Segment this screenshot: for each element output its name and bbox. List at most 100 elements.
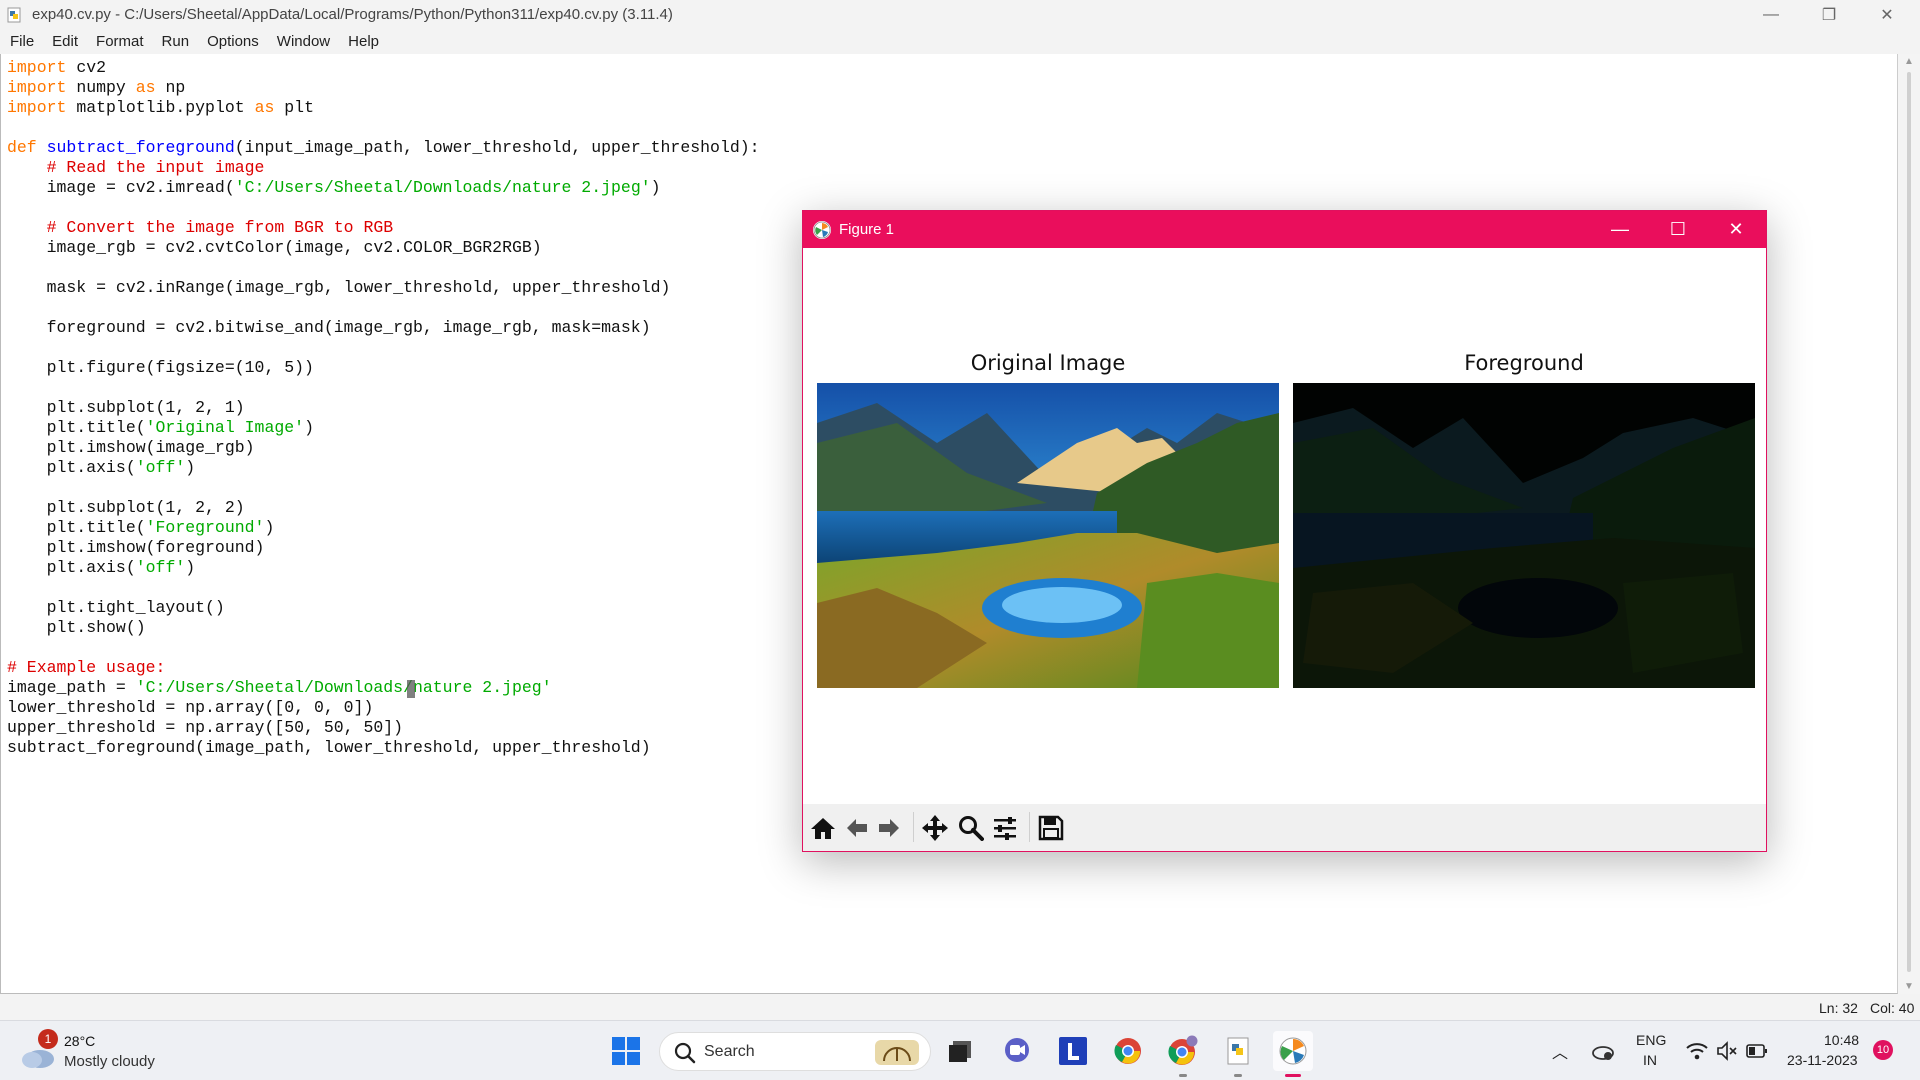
weather-badge: 1 bbox=[38, 1029, 58, 1049]
code-line[interactable]: plt.axis('off') bbox=[7, 458, 760, 478]
menu-format[interactable]: Format bbox=[96, 33, 144, 50]
code-token: lower_threshold = np.array([0, 0, 0]) bbox=[7, 698, 374, 717]
chrome-icon[interactable] bbox=[1108, 1031, 1148, 1071]
language-line1[interactable]: ENG bbox=[1636, 1032, 1666, 1048]
code-line[interactable]: # Read the input image bbox=[7, 158, 760, 178]
code-line[interactable]: plt.show() bbox=[7, 618, 760, 638]
code-token: import bbox=[7, 98, 67, 117]
code-line[interactable] bbox=[7, 118, 760, 138]
forward-arrow-icon[interactable] bbox=[873, 812, 905, 844]
code-line[interactable]: plt.tight_layout() bbox=[7, 598, 760, 618]
code-line[interactable] bbox=[7, 338, 760, 358]
code-line[interactable]: image = cv2.imread('C:/Users/Sheetal/Dow… bbox=[7, 178, 760, 198]
code-token: def bbox=[7, 138, 37, 157]
menu-options[interactable]: Options bbox=[207, 33, 259, 50]
scroll-down-icon[interactable]: ▼ bbox=[1898, 981, 1920, 992]
close-button[interactable]: ✕ bbox=[1864, 0, 1910, 29]
meet-icon[interactable] bbox=[997, 1031, 1037, 1071]
restore-button[interactable]: ❐ bbox=[1806, 0, 1852, 29]
code-token: matplotlib.pyplot bbox=[66, 98, 255, 117]
code-line[interactable] bbox=[7, 378, 760, 398]
code-line[interactable]: plt.imshow(foreground) bbox=[7, 538, 760, 558]
code-line[interactable] bbox=[7, 638, 760, 658]
figure-maximize-button[interactable]: ☐ bbox=[1649, 211, 1707, 248]
chevron-up-icon[interactable]: ︿ bbox=[1552, 1039, 1568, 1063]
language-line2[interactable]: IN bbox=[1643, 1052, 1657, 1068]
code-line[interactable] bbox=[7, 198, 760, 218]
code-line[interactable]: upper_threshold = np.array([50, 50, 50]) bbox=[7, 718, 760, 738]
code-line[interactable]: image_path = 'C:/Users/Sheetal/Downloads… bbox=[7, 678, 760, 698]
foreground-image bbox=[1293, 383, 1755, 688]
code-line[interactable] bbox=[7, 578, 760, 598]
code-token: ) bbox=[185, 458, 196, 477]
search-label: Search bbox=[704, 1043, 755, 1060]
l-app-icon[interactable] bbox=[1053, 1031, 1093, 1071]
code-line[interactable]: subtract_foreground(image_path, lower_th… bbox=[7, 738, 760, 758]
code-line[interactable]: lower_threshold = np.array([0, 0, 0]) bbox=[7, 698, 760, 718]
code-line[interactable]: plt.subplot(1, 2, 2) bbox=[7, 498, 760, 518]
desktop: exp40.cv.py - C:/Users/Sheetal/AppData/L… bbox=[0, 0, 1920, 1080]
code-line[interactable]: # Example usage: bbox=[7, 658, 760, 678]
code-token: plt.axis( bbox=[7, 458, 136, 477]
windows-start-icon[interactable] bbox=[606, 1031, 646, 1071]
code-line[interactable] bbox=[7, 298, 760, 318]
python-file-icon bbox=[6, 7, 22, 23]
save-icon[interactable] bbox=[1035, 812, 1067, 844]
code-line[interactable]: def subtract_foreground(input_image_path… bbox=[7, 138, 760, 158]
menu-file[interactable]: File bbox=[10, 33, 34, 50]
scroll-thumb[interactable] bbox=[1907, 72, 1911, 972]
back-arrow-icon[interactable] bbox=[841, 812, 873, 844]
notification-badge[interactable]: 10 bbox=[1873, 1040, 1893, 1060]
code-line[interactable]: plt.figure(figsize=(10, 5)) bbox=[7, 358, 760, 378]
volume-muted-icon[interactable] bbox=[1716, 1041, 1738, 1061]
clock-date[interactable]: 23-11-2023 bbox=[1787, 1052, 1858, 1068]
code-line[interactable] bbox=[7, 478, 760, 498]
code-line[interactable]: plt.title('Foreground') bbox=[7, 518, 760, 538]
menu-window[interactable]: Window bbox=[277, 33, 330, 50]
menu-edit[interactable]: Edit bbox=[52, 33, 78, 50]
code-token: plt.subplot(1, 2, 2) bbox=[7, 498, 245, 517]
code-line[interactable]: plt.subplot(1, 2, 1) bbox=[7, 398, 760, 418]
code-line[interactable]: mask = cv2.inRange(image_rgb, lower_thre… bbox=[7, 278, 760, 298]
minimize-button[interactable]: — bbox=[1748, 0, 1794, 29]
code-line[interactable]: import cv2 bbox=[7, 58, 760, 78]
pan-icon[interactable] bbox=[919, 812, 951, 844]
home-icon[interactable] bbox=[807, 812, 839, 844]
chrome-profile-icon[interactable] bbox=[1163, 1031, 1203, 1077]
code-line[interactable]: plt.title('Original Image') bbox=[7, 418, 760, 438]
code-line[interactable]: import matplotlib.pyplot as plt bbox=[7, 98, 760, 118]
code-line[interactable]: foreground = cv2.bitwise_and(image_rgb, … bbox=[7, 318, 760, 338]
editor-scrollbar[interactable]: ▲ ▼ bbox=[1898, 54, 1920, 994]
code-line[interactable]: import numpy as np bbox=[7, 78, 760, 98]
code-text[interactable]: import cv2 import numpy as np import matpl… bbox=[7, 58, 760, 758]
code-line[interactable]: image_rgb = cv2.cvtColor(image, cv2.COLO… bbox=[7, 238, 760, 258]
menu-run[interactable]: Run bbox=[162, 33, 190, 50]
menu-help[interactable]: Help bbox=[348, 33, 379, 50]
code-line[interactable]: plt.imshow(image_rgb) bbox=[7, 438, 760, 458]
code-token: plt.show() bbox=[7, 618, 146, 637]
clock-time[interactable]: 10:48 bbox=[1824, 1032, 1859, 1048]
configure-subplots-icon[interactable] bbox=[989, 812, 1021, 844]
taskbar-search[interactable]: Search bbox=[659, 1032, 931, 1071]
idle-figure-icon[interactable] bbox=[1273, 1031, 1313, 1077]
menu-bar: File Edit Format Run Options Window Help bbox=[0, 29, 1920, 54]
figure-minimize-button[interactable]: — bbox=[1591, 211, 1649, 248]
zoom-icon[interactable] bbox=[955, 812, 987, 844]
code-line[interactable]: plt.axis('off') bbox=[7, 558, 760, 578]
figure-canvas[interactable]: Original Image Foreground bbox=[803, 248, 1766, 804]
code-token: plt.tight_layout() bbox=[7, 598, 225, 617]
code-line[interactable]: # Convert the image from BGR to RGB bbox=[7, 218, 760, 238]
code-token: 'C:/Users/Sheetal/Downloads/nature 2.jpe… bbox=[135, 678, 552, 697]
figure-close-button[interactable]: ✕ bbox=[1707, 211, 1765, 248]
onedrive-icon[interactable] bbox=[1590, 1041, 1614, 1061]
code-line[interactable] bbox=[7, 258, 760, 278]
wifi-icon[interactable] bbox=[1686, 1041, 1708, 1061]
scroll-up-icon[interactable]: ▲ bbox=[1898, 56, 1920, 67]
code-token: np bbox=[155, 78, 186, 97]
task-view-icon[interactable] bbox=[940, 1031, 980, 1071]
weather-widget[interactable]: 1 28°C Mostly cloudy bbox=[20, 1029, 180, 1073]
battery-icon[interactable] bbox=[1746, 1043, 1768, 1059]
code-token: ) bbox=[185, 558, 196, 577]
python-file-icon[interactable] bbox=[1218, 1031, 1258, 1077]
